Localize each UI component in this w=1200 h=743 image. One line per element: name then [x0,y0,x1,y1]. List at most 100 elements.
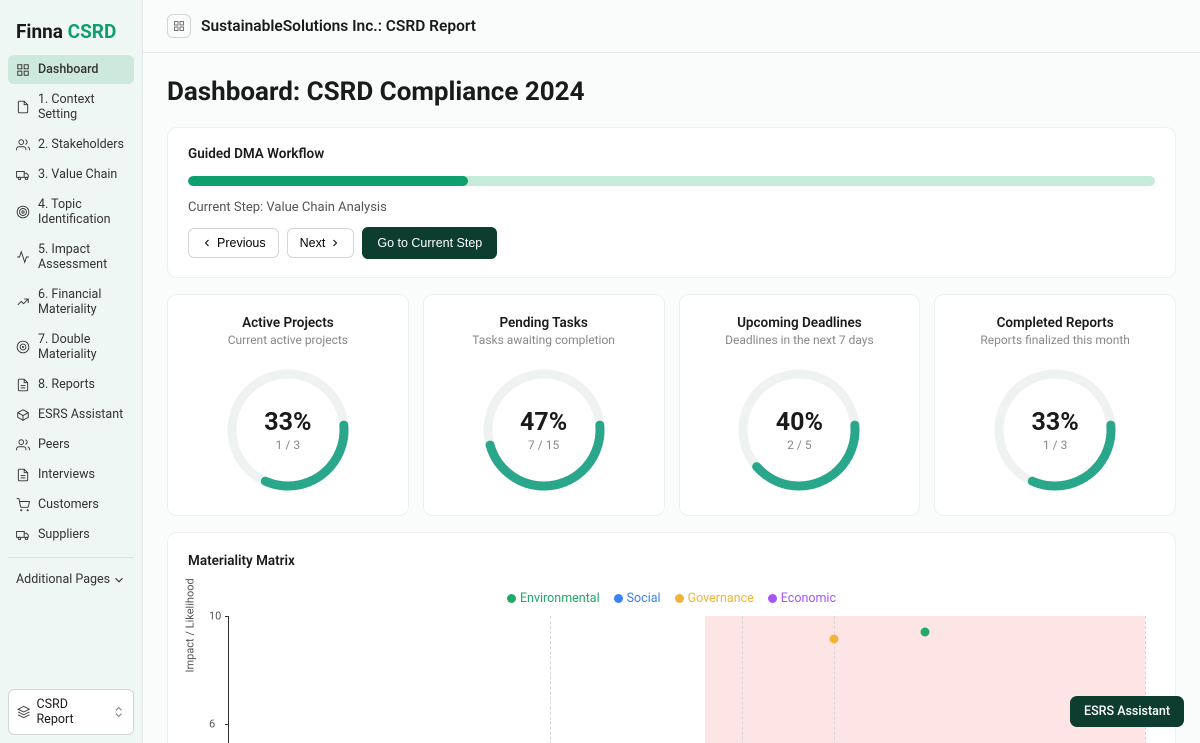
nav-item-8-reports[interactable]: 8. Reports [8,370,134,399]
nav-item-interviews[interactable]: Interviews [8,460,134,489]
topbar: SustainableSolutions Inc.: CSRD Report [143,0,1200,53]
chevron-left-icon [201,237,213,249]
chevron-updown-icon [112,705,125,719]
stats-grid: Active Projects Current active projects … [167,294,1176,516]
stat-title: Active Projects [242,315,334,331]
stat-percent: 33% [264,408,311,437]
stat-fraction: 7 / 15 [528,438,559,452]
nav-label: Interviews [38,467,95,482]
legend-dot [507,594,516,603]
stat-title: Pending Tasks [499,315,587,331]
nav-item-esrs-assistant[interactable]: ESRS Assistant [8,400,134,429]
nav-label: Suppliers [38,527,90,542]
stat-progress-circle: 47% 7 / 15 [479,365,609,495]
users-icon [16,138,30,152]
stat-subtitle: Tasks awaiting completion [472,333,615,347]
workflow-title: Guided DMA Workflow [188,146,1155,162]
legend-label: Governance [688,591,754,606]
layers-icon [17,705,30,719]
nav-label: 2. Stakeholders [38,137,124,152]
legend-label: Environmental [520,591,600,606]
additional-pages-toggle[interactable]: Additional Pages [8,566,134,593]
matrix-title: Materiality Matrix [188,553,1155,569]
nav-label: ESRS Assistant [38,407,123,422]
nav-item-5-impact-assessment[interactable]: 5. Impact Assessment [8,235,134,279]
report-select[interactable]: CSRD Report [8,689,134,735]
stat-fraction: 1 / 3 [276,438,300,452]
document-icon [16,100,30,114]
y-axis-label: Impact / Likelihood [184,578,197,672]
matrix-card: Materiality Matrix Environmental Social Go… [167,532,1176,743]
nav-item-2-stakeholders[interactable]: 2. Stakeholders [8,130,134,159]
nav-label: 3. Value Chain [38,167,117,182]
stat-subtitle: Reports finalized this month [980,333,1130,347]
stat-percent: 47% [520,408,567,437]
y-tick-label: 10 [209,610,221,623]
legend-item[interactable]: Governance [675,591,754,606]
stat-fraction: 1 / 3 [1043,438,1067,452]
nav-label: Dashboard [38,62,98,77]
page-title: Dashboard: CSRD Compliance 2024 [167,77,1176,107]
nav-item-4-topic-identification[interactable]: 4. Topic Identification [8,190,134,234]
legend-dot [614,594,623,603]
stat-progress-circle: 40% 2 / 5 [734,365,864,495]
cart-icon [16,498,30,512]
next-button[interactable]: Next [287,228,355,258]
previous-button[interactable]: Previous [188,228,279,258]
stat-progress-circle: 33% 1 / 3 [990,365,1120,495]
nav-label: 6. Financial Materiality [38,287,126,317]
nav-item-3-value-chain[interactable]: 3. Value Chain [8,160,134,189]
stat-card: Completed Reports Reports finalized this… [934,294,1176,516]
data-point-environmental[interactable] [921,627,930,636]
y-tick [225,616,229,617]
nav-item-dashboard[interactable]: Dashboard [8,55,134,84]
nav-label: 4. Topic Identification [38,197,126,227]
app-grid-icon[interactable] [167,14,191,38]
progress-track [188,176,1155,186]
nav-item-customers[interactable]: Customers [8,490,134,519]
stat-title: Completed Reports [997,315,1114,331]
truck-icon [16,168,30,182]
stat-card: Pending Tasks Tasks awaiting completion … [423,294,665,516]
y-tick [225,724,229,725]
legend-label: Social [627,591,661,606]
chart-legend: Environmental Social Governance Economic [188,591,1155,606]
stat-title: Upcoming Deadlines [737,315,862,331]
stat-card: Upcoming Deadlines Deadlines in the next… [679,294,921,516]
y-tick-label: 6 [209,718,215,731]
box-icon [16,408,30,422]
file-icon [16,378,30,392]
legend-dot [675,594,684,603]
nav-item-6-financial-materiality[interactable]: 6. Financial Materiality [8,280,134,324]
progress-fill [188,176,468,186]
stat-subtitle: Deadlines in the next 7 days [725,333,874,347]
stat-percent: 33% [1032,408,1079,437]
nav-item-suppliers[interactable]: Suppliers [8,520,134,549]
legend-item[interactable]: Social [614,591,661,606]
esrs-assistant-float-button[interactable]: ESRS Assistant [1070,696,1184,727]
nav-label: 5. Impact Assessment [38,242,126,272]
logo: Finna CSRD [8,16,134,55]
stat-progress-circle: 33% 1 / 3 [223,365,353,495]
topbar-title: SustainableSolutions Inc.: CSRD Report [201,17,476,35]
nav: Dashboard 1. Context Setting 2. Stakeholde… [8,55,134,549]
grid-vertical [742,616,743,743]
trend-icon [16,295,30,309]
data-point-governance[interactable] [829,635,838,644]
target-icon [16,205,30,219]
legend-item[interactable]: Economic [768,591,836,606]
nav-item-7-double-materiality[interactable]: 7. Double Materiality [8,325,134,369]
legend-dot [768,594,777,603]
legend-item[interactable]: Environmental [507,591,600,606]
workflow-card: Guided DMA Workflow Current Step: Value … [167,127,1176,278]
nav-item-1-context-setting[interactable]: 1. Context Setting [8,85,134,129]
nav-item-peers[interactable]: Peers [8,430,134,459]
main: SustainableSolutions Inc.: CSRD Report D… [143,0,1200,743]
report-select-label: CSRD Report [36,697,105,727]
nav-label: 7. Double Materiality [38,332,126,362]
sidebar: Finna CSRD Dashboard 1. Context Setting 2.… [0,0,143,743]
stat-card: Active Projects Current active projects … [167,294,409,516]
nav-label: Peers [38,437,70,452]
go-current-step-button[interactable]: Go to Current Step [362,227,497,259]
users-icon [16,438,30,452]
